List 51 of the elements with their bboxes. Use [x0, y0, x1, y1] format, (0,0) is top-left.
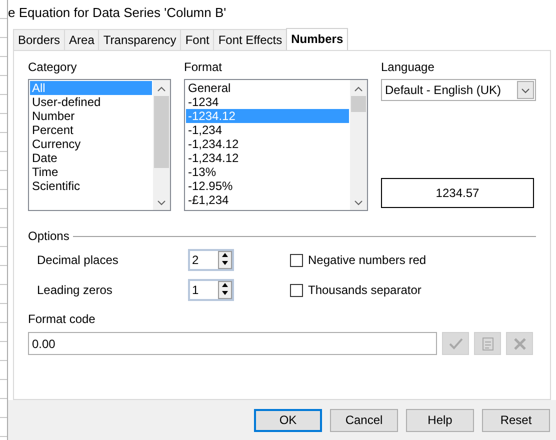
list-item[interactable]: -1234	[186, 95, 349, 109]
number-spinner[interactable]: 2	[188, 249, 234, 271]
tab[interactable]: Area	[64, 29, 100, 50]
dialog-button[interactable]: OK	[254, 408, 322, 432]
options-heading: Options	[28, 228, 70, 245]
decrement-icon[interactable]	[219, 260, 231, 268]
list-item[interactable]: General	[186, 81, 349, 95]
dialog-button[interactable]: Help	[406, 408, 474, 432]
list-item[interactable]: -£1,234	[186, 193, 349, 207]
scrollbar-thumb[interactable]	[154, 96, 169, 168]
list-item[interactable]: -1,234.12	[186, 151, 349, 165]
list-item[interactable]: Number	[30, 109, 152, 123]
list-item[interactable]: User-defined	[30, 95, 152, 109]
checkbox-label: Thousands separator	[308, 282, 422, 299]
list-item[interactable]: -12.95%	[186, 179, 349, 193]
language-dropdown[interactable]: Default - English (UK)	[381, 79, 536, 101]
scrollbar[interactable]	[350, 80, 367, 210]
window-title: e Equation for Data Series 'Column B'	[8, 4, 228, 22]
tab[interactable]: Numbers	[286, 28, 348, 50]
dialog-button[interactable]: Reset	[482, 408, 550, 432]
checkbox[interactable]	[290, 254, 303, 266]
tab[interactable]: Font	[180, 29, 214, 50]
spinner-label: Decimal places	[37, 252, 120, 269]
number-spinner[interactable]: 1	[188, 279, 234, 301]
tab[interactable]: Font Effects	[213, 29, 288, 50]
category-label: Category	[28, 59, 78, 75]
decrement-icon[interactable]	[219, 290, 231, 298]
format-list[interactable]: General -1234 -1234.12 -1,234 -1,234.12 -1,234.12 -13% -12.95% -£1,234	[184, 79, 368, 211]
language-label: Language	[381, 59, 436, 75]
tab[interactable]: Borders	[13, 29, 66, 50]
list-item[interactable]: -1,234.12	[186, 137, 349, 151]
list-item[interactable]: Currency	[30, 137, 152, 151]
category-list[interactable]: All User-defined Number Percent Currency Date Time Scientific	[28, 79, 171, 211]
list-item[interactable]: Percent	[30, 123, 152, 137]
dropdown-caret-icon	[517, 81, 534, 99]
format-code-label: Format code	[28, 311, 96, 327]
spinner-label: Leading zeros	[37, 282, 114, 299]
checkbox[interactable]	[290, 284, 303, 296]
list-item[interactable]: -13%	[186, 165, 349, 179]
format-code-field[interactable]: 0.00	[28, 332, 437, 355]
scrollbar[interactable]	[153, 80, 170, 210]
list-item[interactable]: -1,234	[186, 123, 349, 137]
dialog-button[interactable]: Cancel	[330, 408, 398, 432]
tab[interactable]: Transparency	[98, 29, 182, 50]
format-label: Format	[184, 59, 224, 75]
format-preview: 1234.57	[381, 178, 534, 208]
checkbox-label: Negative numbers red	[308, 252, 426, 269]
scrollbar-thumb[interactable]	[351, 96, 366, 112]
list-item[interactable]: Time	[30, 165, 152, 179]
list-item[interactable]: Date	[30, 151, 152, 165]
list-item[interactable]: Scientific	[30, 179, 152, 193]
